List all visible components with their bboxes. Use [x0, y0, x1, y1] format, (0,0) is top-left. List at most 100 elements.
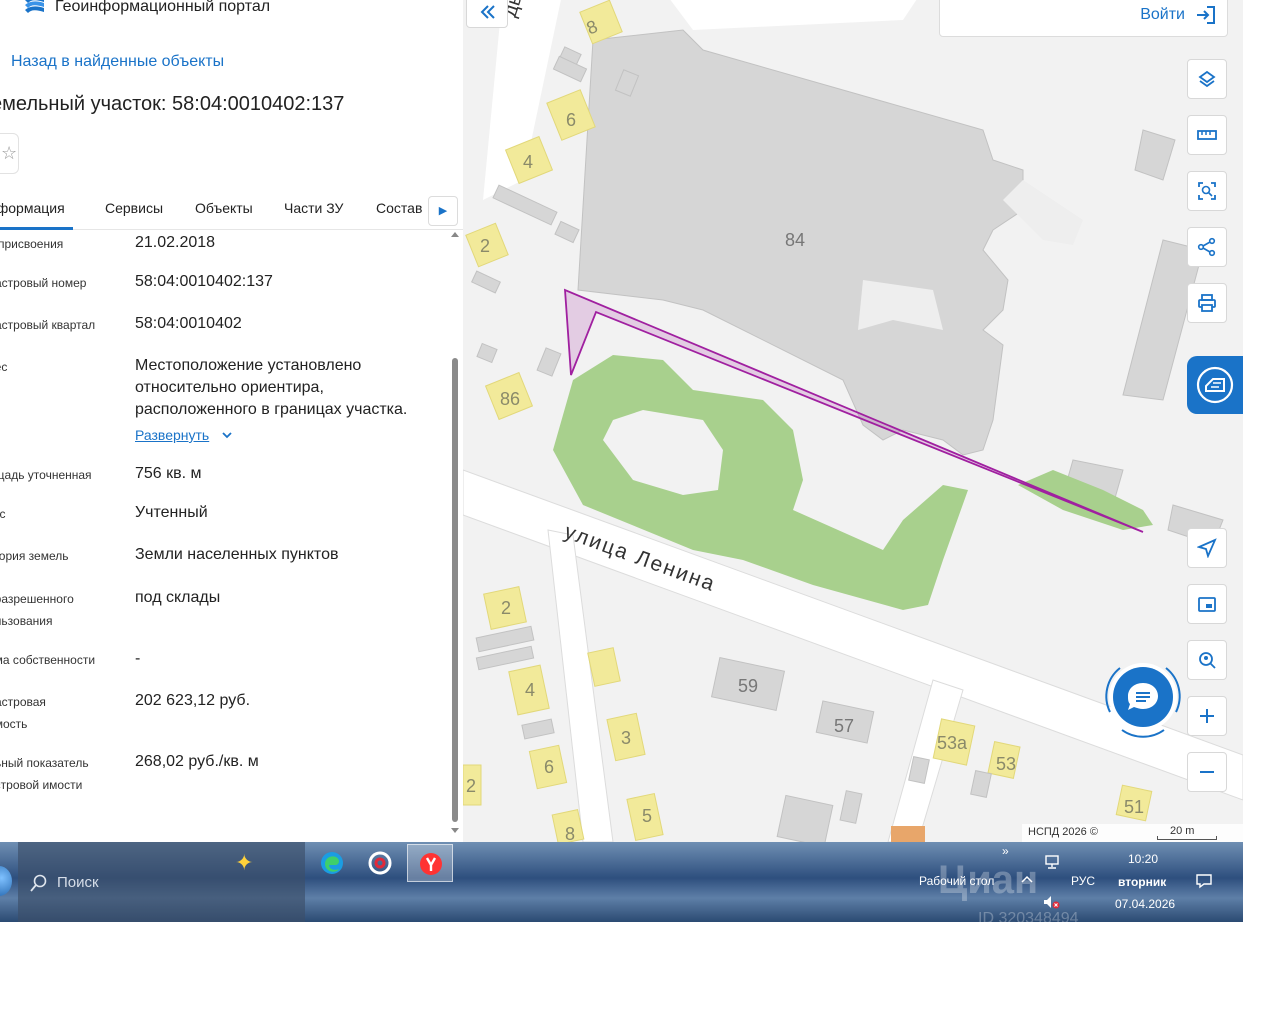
road-top-right: [670, 0, 917, 30]
building-small-ne: [1134, 129, 1176, 181]
start-button[interactable]: [0, 866, 12, 896]
volume-muted-icon[interactable]: [1042, 894, 1060, 910]
row-label: , разрешенного ользования: [0, 592, 74, 628]
search-placeholder: Поиск: [57, 874, 99, 891]
minimap-button[interactable]: [1187, 584, 1227, 624]
chat-button[interactable]: [1113, 667, 1173, 727]
building-number: 4: [525, 680, 535, 700]
screen: Геоинформационный портал Назад в найденн…: [0, 0, 1243, 922]
residential-building: [587, 647, 621, 687]
row-value: 202 623,12 руб.: [135, 692, 251, 709]
outbuilding: [839, 790, 863, 824]
clock-date[interactable]: 07.04.2026: [1115, 897, 1175, 911]
watermark-id: ID 320348494: [978, 910, 1079, 922]
row-label: ощадь уточненная: [0, 468, 92, 482]
yandex-icon: [420, 853, 442, 875]
tab-services[interactable]: Сервисы: [105, 200, 163, 216]
taskbar-app-edge[interactable]: [309, 844, 355, 882]
zoom-out-button[interactable]: [1187, 752, 1227, 792]
tab-composition[interactable]: Состав: [376, 200, 422, 216]
edge-icon: [321, 852, 343, 874]
outbuilding: [471, 270, 501, 294]
row-value: под склады: [135, 589, 221, 606]
search-icon: [30, 874, 47, 892]
portal-title: Геоинформационный портал: [55, 0, 271, 15]
scroll-up-arrow[interactable]: [451, 232, 459, 237]
minimap-icon: [1198, 597, 1216, 612]
building-number: 4: [523, 152, 533, 172]
zoom-in-button[interactable]: [1187, 696, 1227, 736]
double-chevron-left-icon: [480, 5, 495, 19]
copilot-sparkle-icon[interactable]: ✦: [235, 850, 253, 876]
tab-objects[interactable]: Объекты: [195, 200, 253, 216]
outbuilding: [970, 770, 992, 798]
print-button[interactable]: [1187, 283, 1227, 323]
c-app-icon: [368, 851, 392, 875]
outbuilding: [536, 347, 562, 377]
geolocation-button[interactable]: [1187, 528, 1227, 568]
active-tab-indicator: [0, 227, 73, 230]
row-label: рма собственности: [0, 653, 96, 667]
back-to-results-link[interactable]: Назад в найденные объекты: [11, 53, 224, 71]
desktop-toolbar-label[interactable]: Рабочий стол: [919, 874, 994, 888]
taskbar: Циан ID 320348494 Поиск ✦ » Рабочий стол…: [0, 842, 1243, 922]
road-side: [547, 529, 614, 842]
row-label: дастровый квартал: [0, 318, 96, 332]
chat-icon: [1128, 683, 1158, 710]
row-value: 21.02.2018: [135, 234, 216, 251]
print-icon: [1198, 294, 1216, 312]
language-indicator[interactable]: РУС: [1071, 874, 1095, 888]
eds-widget-button[interactable]: [1187, 356, 1243, 414]
building-number: 59: [738, 676, 758, 696]
ruler-icon: [1197, 130, 1217, 140]
favorite-button[interactable]: ☆: [0, 133, 19, 174]
share-button[interactable]: [1187, 227, 1227, 267]
outbuilding: [776, 794, 834, 842]
building-number: 3: [621, 728, 631, 748]
building-number: 2: [501, 598, 511, 618]
eds-icon: [1196, 366, 1234, 404]
building-number: 6: [566, 110, 576, 130]
chevron-up-icon[interactable]: [1020, 874, 1034, 884]
tab-parts[interactable]: Части ЗУ: [284, 200, 343, 216]
clock-day[interactable]: вторник: [1118, 875, 1166, 889]
building-number: 5: [642, 806, 652, 826]
collapse-panel-button[interactable]: [466, 0, 508, 28]
tabs-scroll-right-button[interactable]: ▶: [428, 196, 458, 226]
outbuilding: [554, 220, 580, 244]
orange-building: [891, 826, 925, 842]
taskbar-app-c[interactable]: [357, 844, 403, 882]
clock-time[interactable]: 10:20: [1128, 852, 1158, 866]
row-value: Земли населенных пунктов: [135, 546, 339, 563]
share-icon: [1197, 237, 1216, 257]
building-number: 84: [785, 230, 805, 250]
chevron-down-icon[interactable]: [220, 428, 234, 442]
layers-button[interactable]: [1187, 59, 1227, 99]
measure-button[interactable]: [1187, 115, 1227, 155]
row-label: льный показатель астровой имости: [0, 756, 89, 792]
login-icon: [1197, 6, 1215, 24]
info-panel: Геоинформационный портал Назад в найденн…: [0, 0, 463, 842]
layers-icon: [1198, 70, 1216, 88]
building-number: 57: [834, 716, 854, 736]
network-icon[interactable]: [1043, 854, 1061, 870]
expand-link[interactable]: Развернуть: [135, 427, 209, 443]
login-button[interactable]: Войти: [939, 0, 1228, 37]
tab-information[interactable]: нформация: [0, 200, 65, 216]
row-value: Учтенный: [135, 504, 208, 521]
notification-icon[interactable]: [1195, 873, 1213, 889]
parcel-title: емельный участок: 58:04:0010402:137: [0, 93, 345, 115]
search-location-button[interactable]: [1187, 640, 1227, 680]
building-number: 53: [996, 754, 1016, 774]
taskbar-app-yandex-browser[interactable]: [407, 844, 453, 882]
scrollbar-thumb[interactable]: [452, 358, 458, 822]
area-search-button[interactable]: [1187, 171, 1227, 211]
select-area-icon: [1198, 182, 1216, 200]
building-number: 8: [565, 824, 575, 842]
desktop-toolbar-arrows[interactable]: »: [1002, 844, 1009, 858]
row-label: а присвоения: [0, 237, 64, 251]
taskbar-search[interactable]: Поиск: [18, 842, 305, 922]
row-value: -: [135, 650, 141, 667]
scroll-down-arrow[interactable]: [451, 828, 459, 833]
outbuilding: [476, 342, 498, 364]
